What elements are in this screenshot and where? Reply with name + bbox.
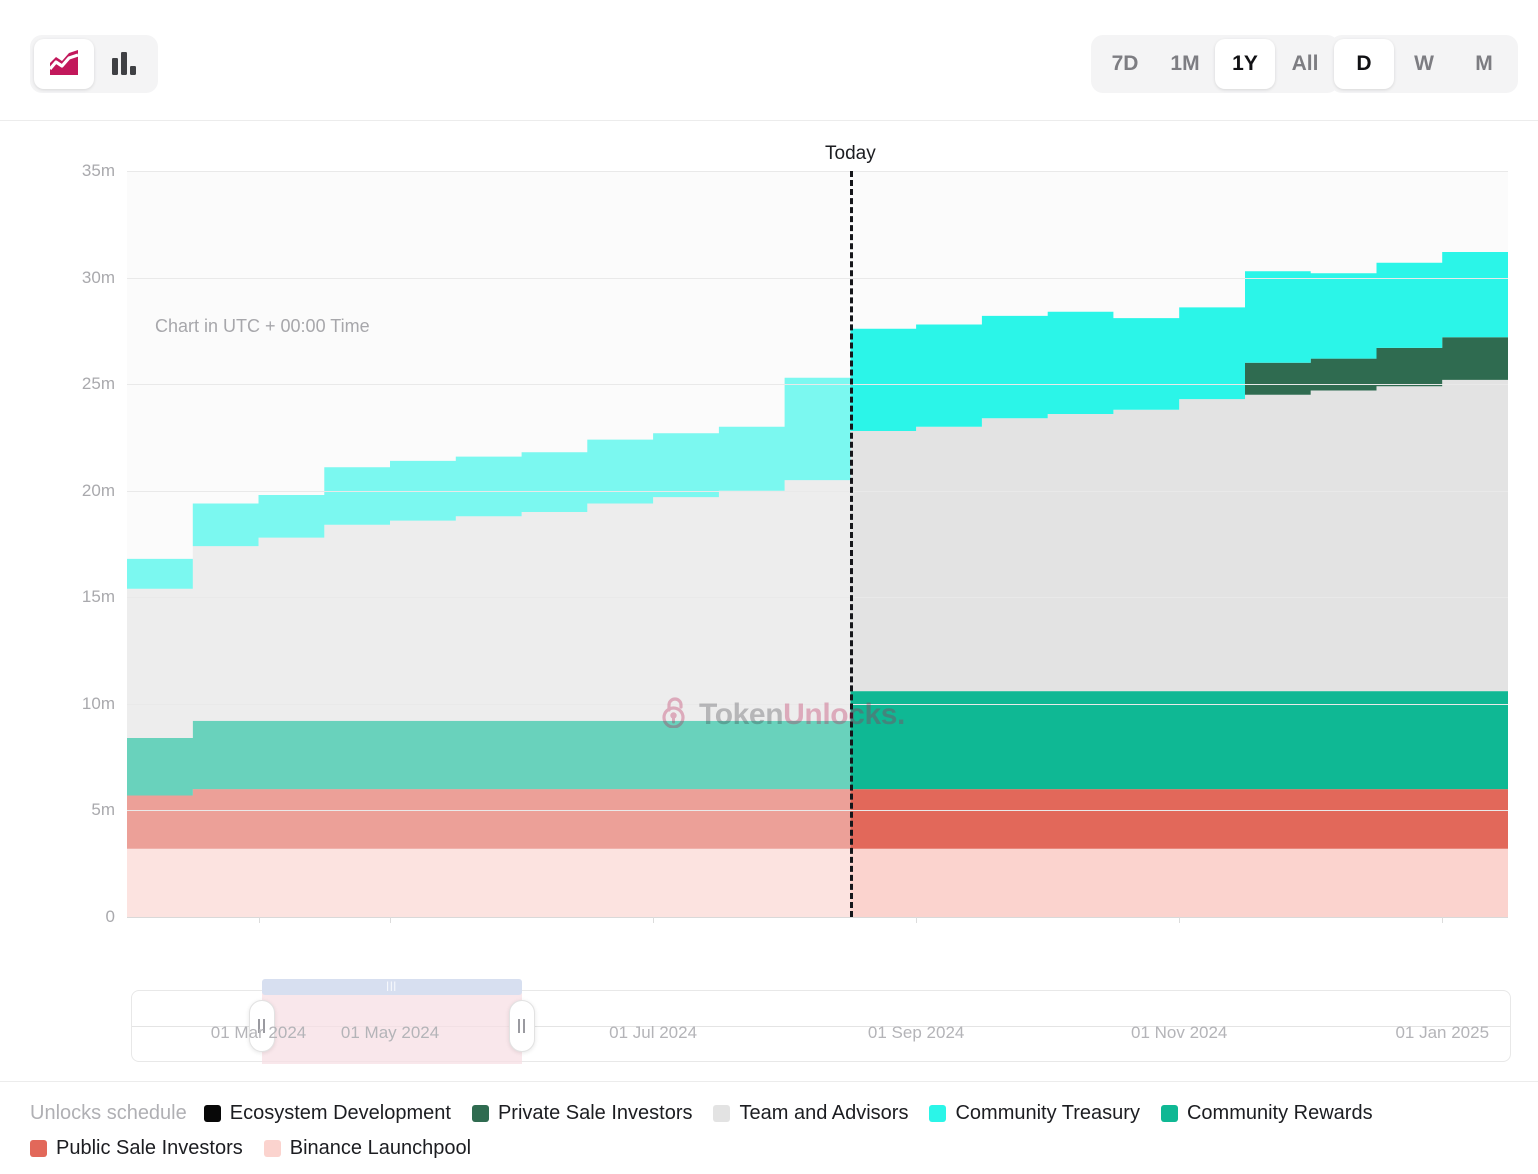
interval-option-week[interactable]: W: [1394, 39, 1454, 89]
area-chart-toggle[interactable]: [34, 39, 94, 89]
legend-row-2: Public Sale Investors Binance Launchpool: [30, 1137, 1508, 1160]
range-option-1m[interactable]: 1M: [1155, 39, 1215, 89]
y-axis-tick-label: 35m: [45, 161, 115, 181]
x-axis-tick: [390, 917, 391, 923]
y-axis-tick-label: 25m: [45, 374, 115, 394]
y-axis-tick-label: 5m: [45, 800, 115, 820]
legend-item-public-sale-investors[interactable]: Public Sale Investors: [30, 1137, 243, 1160]
legend-item-label: Binance Launchpool: [290, 1137, 471, 1160]
today-marker-label: Today: [825, 143, 876, 165]
chart-toolbar: 7D 1M 1Y All D W M: [0, 0, 1538, 121]
today-marker-line: [850, 171, 853, 917]
gridline: [127, 597, 1508, 598]
x-axis-tick: [1179, 917, 1180, 923]
x-axis-tick: [916, 917, 917, 923]
drag-grip-icon: |||: [386, 982, 397, 992]
utc-note: Chart in UTC + 00:00 Time: [155, 316, 370, 337]
x-axis-tick-label: 01 Nov 2024: [1131, 1023, 1227, 1043]
slider-handle-right[interactable]: [509, 1000, 535, 1052]
y-axis-tick-label: 15m: [45, 587, 115, 607]
range-option-1y[interactable]: 1Y: [1215, 39, 1275, 89]
legend-item-label: Community Treasury: [955, 1102, 1140, 1125]
gridline: [127, 491, 1508, 492]
x-axis-tick: [653, 917, 654, 923]
stacked-area-plot[interactable]: [127, 171, 1508, 917]
chart-area: Chart in UTC + 00:00 Time Today TokenUnl…: [0, 121, 1538, 1081]
legend-item-label: Ecosystem Development: [230, 1102, 451, 1125]
x-axis-tick-label: 01 Sep 2024: [868, 1023, 964, 1043]
y-axis-tick-label: 0: [45, 907, 115, 927]
token-unlocks-chart-panel: 7D 1M 1Y All D W M Chart in UTC + 00:00 …: [0, 0, 1538, 1174]
gridline: [127, 384, 1508, 385]
range-option-all[interactable]: All: [1275, 39, 1335, 89]
x-axis-tick-label: 01 Jul 2024: [609, 1023, 697, 1043]
chart-legend: Unlocks schedule Ecosystem Development P…: [0, 1081, 1538, 1174]
gridline: [127, 171, 1508, 172]
axis-baseline: [127, 917, 1508, 918]
legend-item-label: Community Rewards: [1187, 1102, 1373, 1125]
x-axis-tick-label: 01 May 2024: [341, 1023, 439, 1043]
x-axis-tick-label: 01 Mar 2024: [211, 1023, 306, 1043]
legend-item-label: Private Sale Investors: [498, 1102, 693, 1125]
legend-row-1: Unlocks schedule Ecosystem Development P…: [30, 1102, 1508, 1125]
handle-grip-icon: [518, 1019, 525, 1033]
interval-option-month[interactable]: M: [1454, 39, 1514, 89]
slider-drag-bar[interactable]: |||: [262, 979, 522, 995]
legend-item-team-and-advisors[interactable]: Team and Advisors: [713, 1102, 908, 1125]
legend-item-label: Team and Advisors: [739, 1102, 908, 1125]
legend-item-private-sale-investors[interactable]: Private Sale Investors: [472, 1102, 693, 1125]
legend-swatch: [30, 1140, 47, 1157]
x-axis-tick-label: 01 Jan 2025: [1395, 1023, 1489, 1043]
y-axis-tick-label: 30m: [45, 268, 115, 288]
legend-swatch: [472, 1105, 489, 1122]
interval-option-day[interactable]: D: [1334, 39, 1394, 89]
range-slider[interactable]: |||: [131, 990, 1511, 1062]
bar-chart-icon: [110, 50, 138, 79]
range-option-7d[interactable]: 7D: [1095, 39, 1155, 89]
legend-swatch: [929, 1105, 946, 1122]
legend-swatch: [264, 1140, 281, 1157]
y-axis-tick-label: 20m: [45, 481, 115, 501]
time-range-selector: 7D 1M 1Y All: [1091, 35, 1339, 93]
x-axis-tick: [1442, 917, 1443, 923]
legend-swatch: [1161, 1105, 1178, 1122]
legend-title: Unlocks schedule: [30, 1102, 187, 1125]
interval-selector: D W M: [1330, 35, 1518, 93]
legend-item-ecosystem-development[interactable]: Ecosystem Development: [204, 1102, 451, 1125]
gridline: [127, 810, 1508, 811]
legend-swatch: [204, 1105, 221, 1122]
x-axis-tick: [259, 917, 260, 923]
chart-type-toggle-group: [30, 35, 158, 93]
legend-item-community-rewards[interactable]: Community Rewards: [1161, 1102, 1373, 1125]
legend-item-binance-launchpool[interactable]: Binance Launchpool: [264, 1137, 471, 1160]
legend-item-label: Public Sale Investors: [56, 1137, 243, 1160]
bar-chart-toggle[interactable]: [94, 39, 154, 89]
gridline: [127, 704, 1508, 705]
legend-swatch: [713, 1105, 730, 1122]
gridline: [127, 278, 1508, 279]
y-axis-tick-label: 10m: [45, 694, 115, 714]
series-layers: [127, 171, 1508, 917]
area-chart-icon: [49, 50, 79, 79]
legend-item-community-treasury[interactable]: Community Treasury: [929, 1102, 1140, 1125]
